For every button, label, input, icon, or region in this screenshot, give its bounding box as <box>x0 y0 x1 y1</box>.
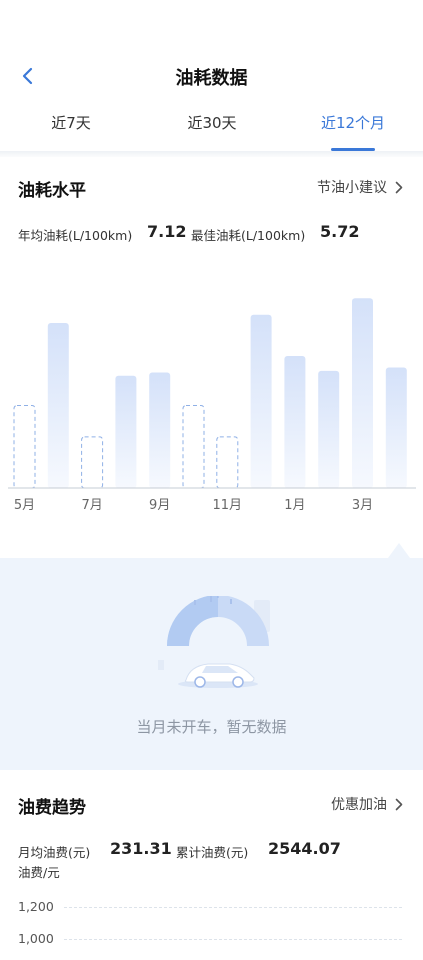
x-tick-label: 5月 <box>14 498 35 513</box>
chevron-right-icon <box>395 798 403 810</box>
fuel-tips-label: 节油小建议 <box>317 180 387 196</box>
cost-y-tick: 1,200 <box>18 899 54 914</box>
consumption-bar-5[interactable] <box>149 372 171 489</box>
empty-state-message: 当月未开车，暂无数据 <box>136 718 287 736</box>
tab-7-days[interactable]: 近7天 <box>16 112 126 133</box>
x-tick-label: 9月 <box>149 498 170 513</box>
fuel-discount-label: 优惠加油 <box>331 797 387 813</box>
consumption-bar-12[interactable] <box>385 367 407 488</box>
no-data-bar-7[interactable] <box>216 436 239 489</box>
period-tabs: 近7天 近30天 近12个月 <box>0 112 423 152</box>
page-title: 油耗数据 <box>175 68 248 89</box>
fuel-discount-link[interactable]: 优惠加油 <box>331 794 403 814</box>
x-tick-label: 11月 <box>213 498 243 513</box>
header-divider <box>0 151 423 157</box>
cost-y-axis-title: 油费/元 <box>18 865 60 880</box>
tab-30-days[interactable]: 近30天 <box>157 112 267 133</box>
total-cost-label: 累计油费(元) <box>176 845 249 860</box>
cost-gridline <box>64 939 402 940</box>
no-data-bar-3[interactable] <box>81 436 104 489</box>
fuel-consumption-chart: 5月 7月 9月 11月 1月 3月 <box>8 298 416 513</box>
fuel-tips-link[interactable]: 节油小建议 <box>317 177 403 197</box>
consumption-bar-4[interactable] <box>115 375 137 488</box>
x-tick-label: 3月 <box>352 498 373 513</box>
no-data-illustration <box>158 596 270 688</box>
fuel-cost-title: 油费趋势 <box>18 798 86 818</box>
selection-pointer <box>388 543 410 558</box>
avg-cost-label: 月均油费(元) <box>18 845 91 860</box>
consumption-bar-10[interactable] <box>318 370 340 488</box>
cost-gridline <box>64 907 402 908</box>
total-cost-value: 2544.07 <box>268 839 341 858</box>
header: 油耗数据 近7天 近30天 近12个月 <box>0 0 423 157</box>
x-tick-label: 1月 <box>284 498 305 513</box>
avg-cost-value: 231.31 <box>110 839 172 858</box>
no-data-bar-1[interactable] <box>13 405 36 489</box>
best-consumption-value: 5.72 <box>320 222 360 241</box>
cost-y-tick: 1,000 <box>18 931 54 946</box>
avg-consumption-label: 年均油耗(L/100km) <box>18 228 133 243</box>
best-consumption-label: 最佳油耗(L/100km) <box>191 228 306 243</box>
chevron-right-icon <box>395 181 403 193</box>
tab-12-months[interactable]: 近12个月 <box>298 112 408 133</box>
consumption-bar-2[interactable] <box>47 323 69 488</box>
fuel-level-title: 油耗水平 <box>18 181 86 201</box>
consumption-bar-11[interactable] <box>352 298 373 488</box>
avg-consumption-value: 7.12 <box>147 222 187 241</box>
no-data-bar-6[interactable] <box>182 405 205 489</box>
consumption-bar-8[interactable] <box>250 314 272 488</box>
consumption-bar-9[interactable] <box>284 356 306 488</box>
x-tick-label: 7月 <box>81 498 102 513</box>
